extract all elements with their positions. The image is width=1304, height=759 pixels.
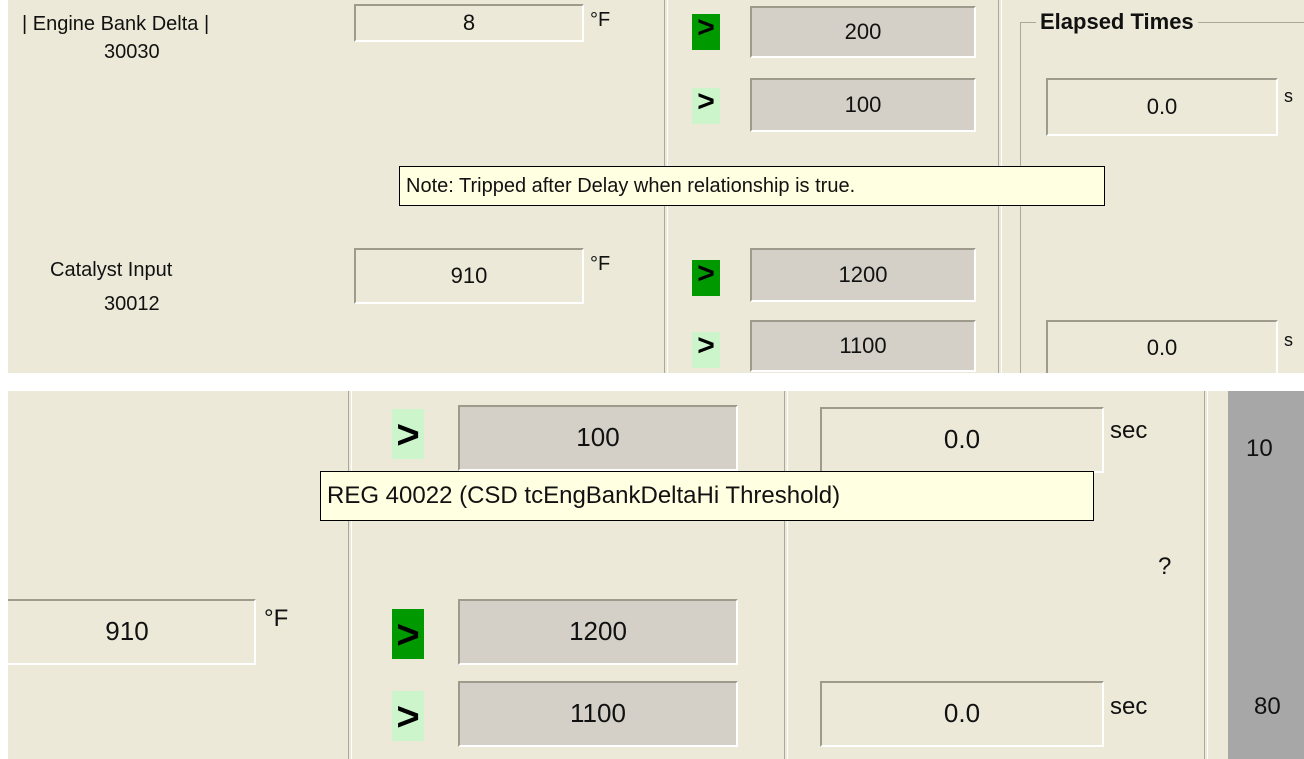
bottom-divider-2	[784, 391, 788, 759]
elapsed-unit-partial-1: s	[1284, 86, 1293, 106]
bottom-catalyst-hi-threshold-input[interactable]: 1200	[458, 599, 738, 665]
bottom-catalyst-lo-threshold-input[interactable]: 1100	[458, 681, 738, 747]
elapsed-time-2: 0.0	[1046, 320, 1278, 373]
greater-than-indicator-active: >	[692, 13, 720, 50]
engine-bank-delta-label: | Engine Bank Delta |	[22, 13, 210, 35]
bottom-panel: 10 80 > 100 0.0 sec REG 40022 (CSD tcEng…	[8, 391, 1304, 759]
catalyst-input-reg: 30012	[104, 293, 160, 315]
bottom-divider-3	[1204, 391, 1208, 759]
engine-bank-delta-value: 8	[354, 4, 584, 42]
elapsed-time-1: 0.0	[1046, 78, 1278, 136]
bottom-sec-label-1: sec	[1110, 417, 1148, 444]
top-panel: | Engine Bank Delta | 30030 8 °F > 200 >…	[8, 0, 1304, 373]
bottom-elapsed-time-1: 0.0	[820, 407, 1104, 473]
engine-bank-delta-reg: 30030	[104, 41, 160, 63]
bottom-greater-than-inactive-1: >	[392, 409, 424, 459]
elapsed-unit-partial-2: s	[1284, 330, 1293, 350]
bottom-divider-1	[348, 391, 352, 759]
bottom-catalyst-unit: °F	[264, 605, 289, 632]
right-partial-value-2: 80	[1254, 693, 1281, 720]
greater-than-indicator-inactive: >	[692, 87, 720, 124]
right-partial-value-1: 10	[1246, 435, 1273, 462]
engine-hi-threshold-input[interactable]: 200	[750, 6, 976, 58]
bottom-catalyst-value: 910	[8, 599, 256, 665]
catalyst-unit: °F	[590, 253, 611, 275]
catalyst-greater-than-inactive: >	[692, 331, 720, 368]
catalyst-hi-threshold-input[interactable]: 1200	[750, 248, 976, 302]
catalyst-input-label: Catalyst Input	[50, 259, 173, 281]
elapsed-times-title: Elapsed Times	[1036, 10, 1198, 34]
catalyst-greater-than-active: >	[692, 259, 720, 296]
bottom-greater-than-active: >	[392, 609, 424, 659]
engine-lo-threshold-input[interactable]: 100	[750, 78, 976, 132]
bottom-elapsed-time-2: 0.0	[820, 681, 1104, 747]
engine-unit: °F	[590, 9, 611, 31]
help-question-mark[interactable]: ?	[1158, 553, 1171, 581]
delay-note-tooltip: Note: Tripped after Delay when relations…	[399, 166, 1105, 206]
bottom-greater-than-inactive-2: >	[392, 691, 424, 741]
catalyst-lo-threshold-input[interactable]: 1100	[750, 320, 976, 372]
bottom-sec-label-2: sec	[1110, 693, 1148, 720]
bottom-engine-lo-threshold-input[interactable]: 100	[458, 405, 738, 471]
register-tooltip: REG 40022 (CSD tcEngBankDeltaHi Threshol…	[320, 471, 1094, 521]
catalyst-input-value: 910	[354, 248, 584, 304]
